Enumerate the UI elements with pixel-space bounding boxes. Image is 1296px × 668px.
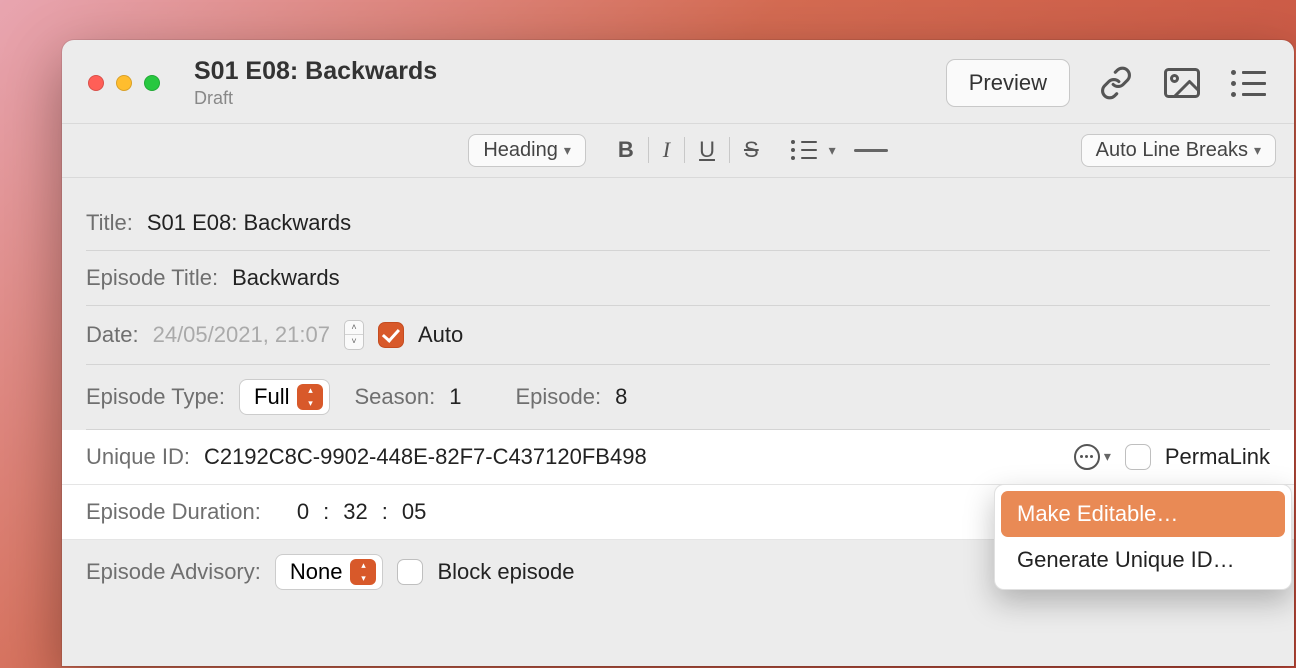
horizontal-rule-button[interactable] bbox=[854, 149, 888, 152]
date-label: Date: bbox=[86, 322, 139, 348]
episode-form: Title: S01 E08: Backwards Episode Title:… bbox=[62, 178, 1294, 604]
advisory-label: Episode Advisory: bbox=[86, 559, 261, 585]
episode-title-label: Episode Title: bbox=[86, 265, 218, 291]
heading-select[interactable]: Heading ▾ bbox=[468, 134, 586, 167]
editor-window: S01 E08: Backwards Draft Preview Hea bbox=[62, 40, 1294, 666]
chevron-down-icon: ▾ bbox=[1254, 142, 1261, 159]
document-header: S01 E08: Backwards Draft bbox=[194, 58, 918, 109]
window-controls bbox=[88, 75, 160, 91]
title-value[interactable]: S01 E08: Backwards bbox=[147, 210, 351, 236]
episode-number-label: Episode: bbox=[515, 384, 601, 410]
episode-type-value: Full bbox=[254, 384, 289, 410]
preview-button[interactable]: Preview bbox=[946, 59, 1070, 107]
unique-id-menu: Make Editable… Generate Unique ID… bbox=[994, 484, 1292, 590]
autowrap-select[interactable]: Auto Line Breaks ▾ bbox=[1081, 134, 1276, 167]
episode-number-value[interactable]: 8 bbox=[615, 384, 627, 410]
permalink-checkbox[interactable] bbox=[1125, 444, 1151, 470]
list-button[interactable]: ▾ bbox=[791, 140, 836, 160]
block-episode-checkbox[interactable] bbox=[397, 559, 423, 585]
chevron-down-icon: ▾ bbox=[1104, 448, 1111, 465]
date-stepper[interactable]: ˄ ˅ bbox=[344, 320, 364, 350]
maximize-window-button[interactable] bbox=[144, 75, 160, 91]
date-value[interactable]: 24/05/2021, 21:07 bbox=[153, 322, 330, 348]
season-value[interactable]: 1 bbox=[449, 384, 461, 410]
minimize-window-button[interactable] bbox=[116, 75, 132, 91]
advisory-value: None bbox=[290, 559, 343, 585]
autowrap-select-label: Auto Line Breaks bbox=[1096, 139, 1248, 162]
format-toolbar: Heading ▾ B I U S ▾ Auto Line Breaks ▾ bbox=[62, 124, 1294, 178]
duration-sep2: : bbox=[382, 499, 388, 525]
duration-hours[interactable]: 0 bbox=[297, 499, 309, 525]
bold-button[interactable]: B bbox=[604, 137, 649, 163]
episode-type-select[interactable]: Full ▴▾ bbox=[239, 379, 330, 415]
duration-minutes[interactable]: 32 bbox=[343, 499, 367, 525]
duration-sep1: : bbox=[323, 499, 329, 525]
row-episode-type: Episode Type: Full ▴▾ Season: 1 Episode:… bbox=[86, 365, 1270, 430]
chevron-down-icon: ▾ bbox=[564, 142, 571, 159]
episode-title-value[interactable]: Backwards bbox=[232, 265, 340, 291]
chevron-down-icon: ▾ bbox=[829, 142, 836, 159]
permalink-label: PermaLink bbox=[1165, 444, 1270, 470]
unique-id-value[interactable]: C2192C8C-9902-448E-82F7-C437120FB498 bbox=[204, 444, 647, 470]
season-label: Season: bbox=[354, 384, 435, 410]
unique-id-menu-button[interactable]: ▾ bbox=[1074, 444, 1111, 470]
italic-button[interactable]: I bbox=[649, 137, 685, 163]
row-unique-id: Unique ID: C2192C8C-9902-448E-82F7-C4371… bbox=[62, 430, 1294, 485]
duration-label: Episode Duration: bbox=[86, 499, 261, 525]
chevron-down-icon: ˅ bbox=[345, 335, 363, 349]
menu-make-editable[interactable]: Make Editable… bbox=[1001, 491, 1285, 537]
ellipsis-icon bbox=[1074, 444, 1100, 470]
titlebar-actions: Preview bbox=[946, 59, 1268, 107]
select-arrows-icon: ▴▾ bbox=[297, 384, 323, 410]
link-icon[interactable] bbox=[1096, 65, 1136, 101]
unique-id-label: Unique ID: bbox=[86, 444, 190, 470]
underline-button[interactable]: U bbox=[685, 137, 730, 163]
image-icon[interactable] bbox=[1162, 65, 1202, 101]
duration-seconds[interactable]: 05 bbox=[402, 499, 426, 525]
outline-icon[interactable] bbox=[1228, 65, 1268, 101]
row-episode-title: Episode Title: Backwards bbox=[86, 251, 1270, 306]
row-date: Date: 24/05/2021, 21:07 ˄ ˅ Auto bbox=[86, 306, 1270, 365]
auto-date-checkbox[interactable] bbox=[378, 322, 404, 348]
advisory-select[interactable]: None ▴▾ bbox=[275, 554, 384, 590]
document-status: Draft bbox=[194, 88, 918, 109]
document-title: S01 E08: Backwards bbox=[194, 58, 918, 86]
close-window-button[interactable] bbox=[88, 75, 104, 91]
auto-date-label: Auto bbox=[418, 322, 463, 348]
title-label: Title: bbox=[86, 210, 133, 236]
episode-type-label: Episode Type: bbox=[86, 384, 225, 410]
heading-select-label: Heading bbox=[483, 139, 558, 162]
menu-generate-id[interactable]: Generate Unique ID… bbox=[1001, 537, 1285, 583]
select-arrows-icon: ▴▾ bbox=[350, 559, 376, 585]
chevron-up-icon: ˄ bbox=[345, 321, 363, 335]
block-episode-label: Block episode bbox=[437, 559, 574, 585]
window-titlebar: S01 E08: Backwards Draft Preview bbox=[62, 40, 1294, 124]
text-style-group: B I U S bbox=[604, 137, 773, 163]
strike-button[interactable]: S bbox=[730, 137, 773, 163]
row-title: Title: S01 E08: Backwards bbox=[86, 196, 1270, 251]
